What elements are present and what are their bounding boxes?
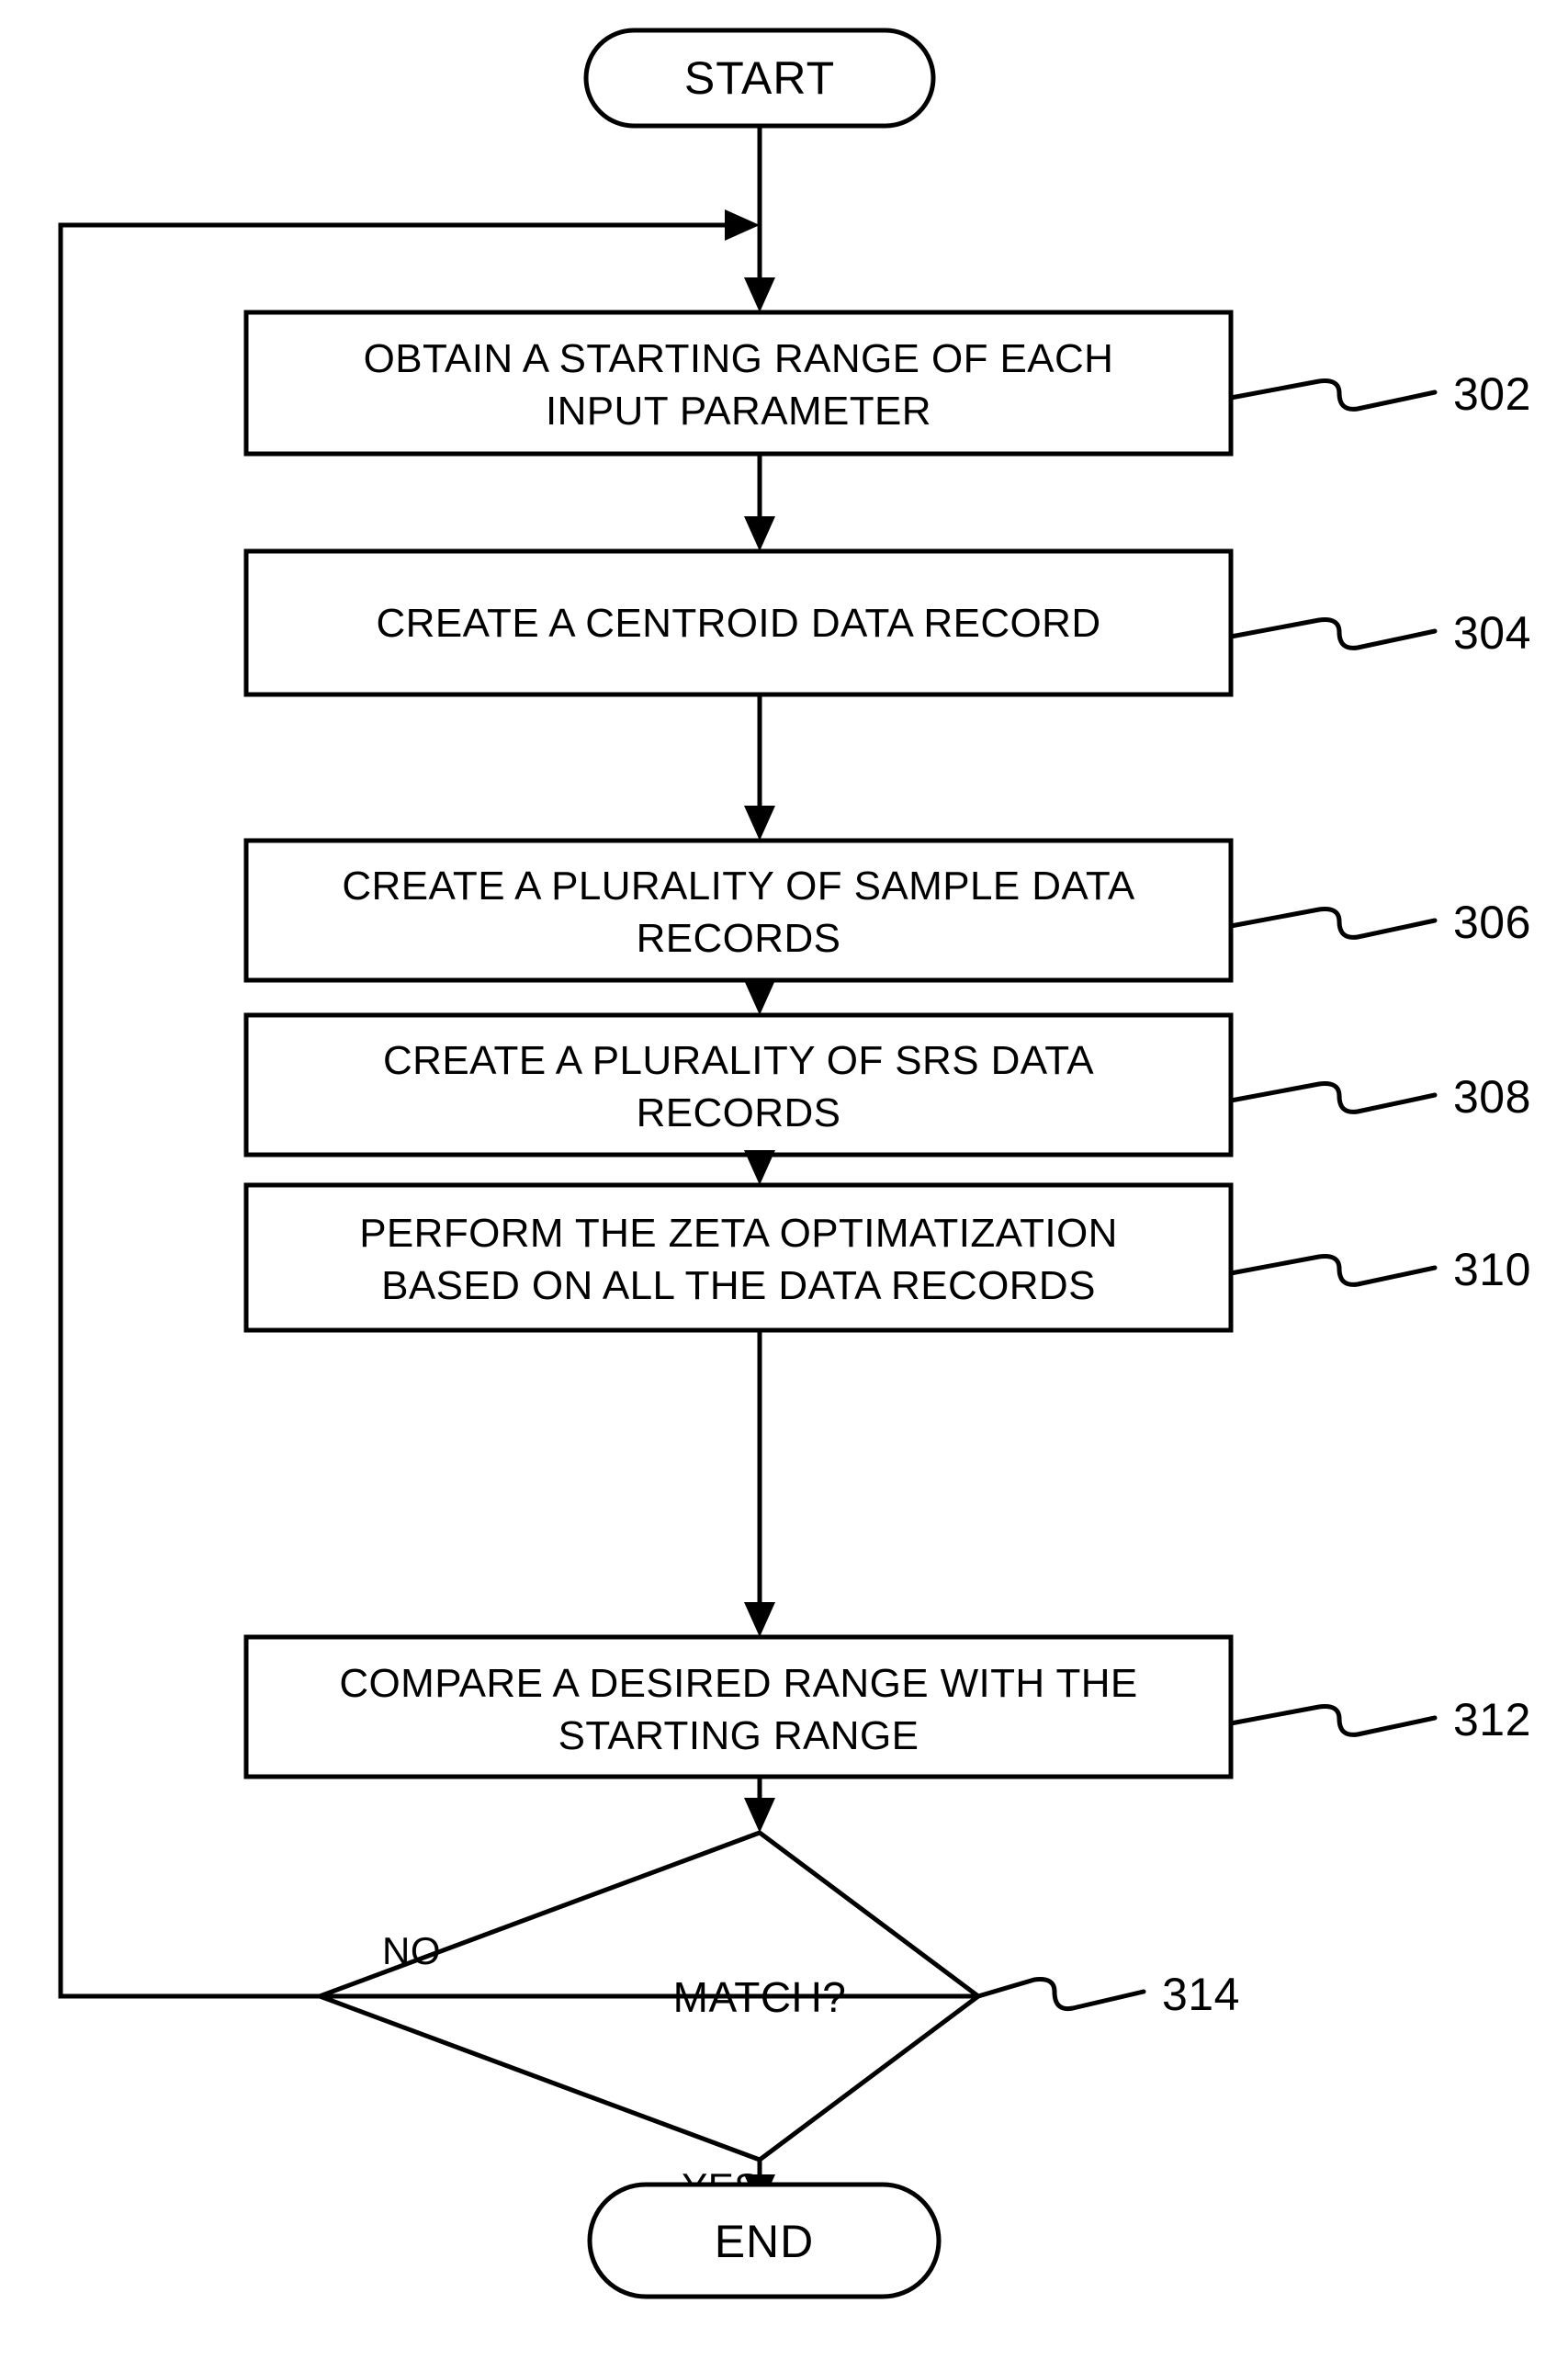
arrowhead-down bbox=[744, 1602, 775, 1637]
process-box-306: CREATE A PLURALITY OF SAMPLE DATA RECORD… bbox=[243, 838, 1531, 983]
decision-label: MATCH? bbox=[673, 1973, 847, 2021]
process-box-308: CREATE A PLURALITY OF SRS DATA RECORDS 3… bbox=[243, 1012, 1531, 1157]
leader-line-306 bbox=[1228, 907, 1438, 940]
box-312-line2: STARTING RANGE bbox=[558, 1713, 919, 1758]
leader-line-314 bbox=[976, 1977, 1146, 2012]
leader-line-308 bbox=[1228, 1081, 1438, 1114]
connector-312-to-decision bbox=[744, 1777, 775, 1833]
ref-number-308: 308 bbox=[1453, 1071, 1531, 1123]
connector-308-to-310 bbox=[744, 1150, 775, 1185]
leader-line-304 bbox=[1228, 617, 1438, 650]
connector-310-to-312 bbox=[744, 1330, 775, 1637]
ref-number-306: 306 bbox=[1453, 897, 1531, 948]
flowchart-diagram: START OBTAIN A STARTING RANGE OF EACH IN… bbox=[0, 0, 1568, 2360]
arrowhead-down bbox=[744, 516, 775, 551]
terminal-end: END bbox=[587, 2182, 942, 2299]
branch-label-no: NO bbox=[382, 1929, 441, 1972]
arrowhead-down bbox=[744, 277, 775, 312]
ref-number-314: 314 bbox=[1162, 1969, 1240, 2020]
box-312-line1: COMPARE A DESIRED RANGE WITH THE bbox=[339, 1661, 1137, 1706]
terminal-start: START bbox=[583, 28, 936, 129]
box-306-line1: CREATE A PLURALITY OF SAMPLE DATA bbox=[342, 864, 1135, 909]
leader-line-310 bbox=[1228, 1254, 1438, 1287]
flowchart-canvas: START OBTAIN A STARTING RANGE OF EACH IN… bbox=[58, 28, 1531, 2299]
box-308-line2: RECORDS bbox=[637, 1090, 841, 1135]
box-310-shape bbox=[243, 1182, 1234, 1333]
box-306-line2: RECORDS bbox=[637, 916, 841, 961]
process-box-302: OBTAIN A STARTING RANGE OF EACH INPUT PA… bbox=[243, 310, 1531, 457]
box-310-line2: BASED ON ALL THE DATA RECORDS bbox=[381, 1263, 1096, 1308]
arrowhead-down bbox=[744, 980, 775, 1015]
box-302-line2: INPUT PARAMETER bbox=[546, 389, 931, 434]
connector-306-to-308 bbox=[744, 980, 775, 1015]
ref-number-312: 312 bbox=[1453, 1694, 1531, 1745]
process-box-304: CREATE A CENTROID DATA RECORD 304 bbox=[243, 548, 1531, 697]
ref-number-302: 302 bbox=[1453, 368, 1531, 420]
ref-number-304: 304 bbox=[1453, 607, 1531, 659]
process-box-312: COMPARE A DESIRED RANGE WITH THE STARTIN… bbox=[243, 1634, 1531, 1779]
box-308-line1: CREATE A PLURALITY OF SRS DATA bbox=[383, 1038, 1094, 1083]
arrowhead-down bbox=[744, 1150, 775, 1185]
connector-302-to-304 bbox=[744, 454, 775, 551]
arrowhead-down bbox=[744, 1798, 775, 1833]
process-box-310: PERFORM THE ZETA OPTIMATIZATION BASED ON… bbox=[243, 1182, 1531, 1333]
box-302-line1: OBTAIN A STARTING RANGE OF EACH bbox=[364, 336, 1114, 381]
end-label: END bbox=[715, 2216, 815, 2267]
box-310-line1: PERFORM THE ZETA OPTIMATIZATION bbox=[359, 1211, 1118, 1256]
start-label: START bbox=[684, 52, 835, 104]
box-304-line1: CREATE A CENTROID DATA RECORD bbox=[376, 601, 1100, 646]
arrowhead-down bbox=[744, 806, 775, 841]
leader-line-312 bbox=[1228, 1704, 1438, 1737]
connector-304-to-306 bbox=[744, 694, 775, 841]
arrowhead-right bbox=[725, 209, 760, 241]
ref-number-310: 310 bbox=[1453, 1244, 1531, 1295]
connector-start-to-302 bbox=[744, 126, 775, 312]
leader-line-302 bbox=[1228, 378, 1438, 412]
